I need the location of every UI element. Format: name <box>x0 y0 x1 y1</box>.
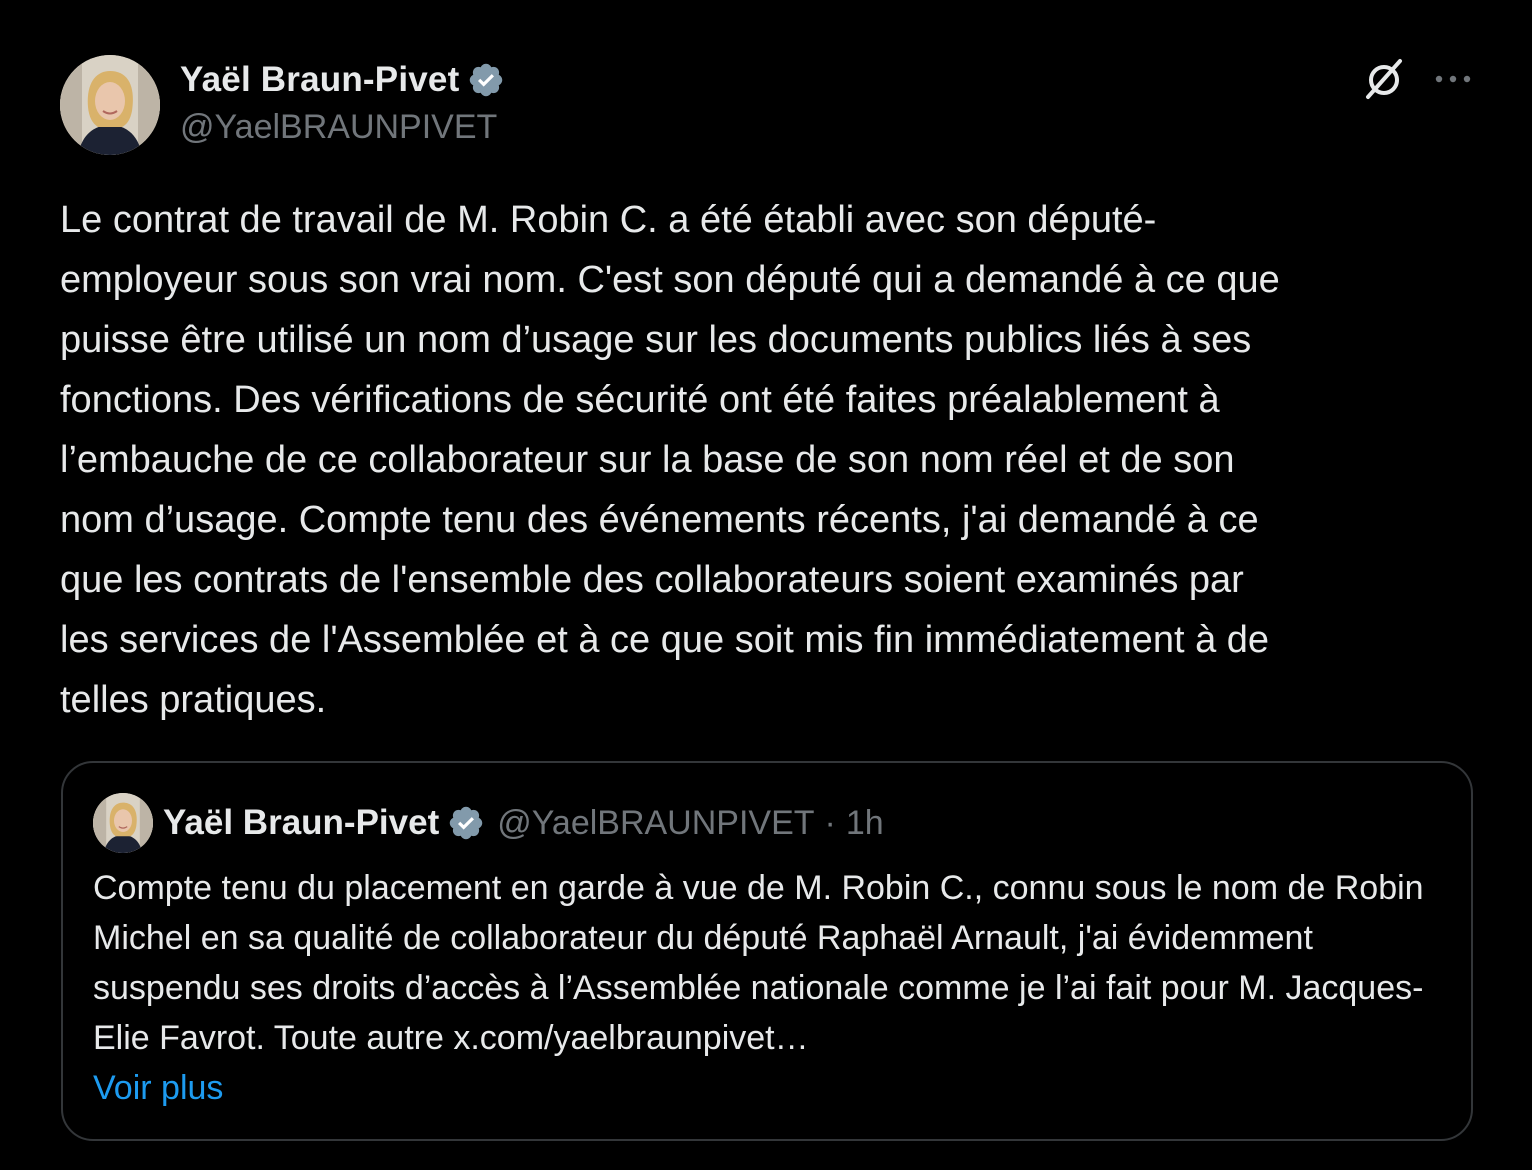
quoted-separator: · <box>824 803 836 842</box>
grok-icon[interactable] <box>1360 55 1408 103</box>
quoted-timestamp[interactable]: 1h <box>846 804 884 843</box>
avatar[interactable] <box>60 55 160 155</box>
avatar-image <box>60 55 160 155</box>
author-handle[interactable]: @YaelBRAUNPIVET <box>180 108 497 147</box>
quoted-tweet[interactable]: Yaël Braun-Pivet @YaelBRAUNPIVET · 1h Co… <box>61 761 1473 1141</box>
quoted-tweet-header: Yaël Braun-Pivet @YaelBRAUNPIVET · 1h <box>93 793 884 853</box>
quoted-tweet-text: Compte tenu du placement en garde à vue … <box>93 869 1424 1057</box>
verified-badge-icon[interactable] <box>467 61 505 99</box>
author-display-name[interactable]: Yaël Braun-Pivet <box>180 60 459 100</box>
author-name-row[interactable]: Yaël Braun-Pivet <box>180 58 505 102</box>
show-more-link[interactable]: Voir plus <box>93 1063 223 1113</box>
quoted-verified-badge-icon <box>450 806 483 840</box>
quoted-avatar[interactable] <box>93 793 153 853</box>
tweet-text: Le contrat de travail de M. Robin C. a é… <box>60 199 1280 721</box>
quoted-author-name: Yaël Braun-Pivet <box>163 803 440 842</box>
quoted-avatar-image <box>93 793 153 853</box>
more-icon[interactable] <box>1432 62 1474 96</box>
tweet: Yaël Braun-Pivet @YaelBRAUNPIVET Le cont… <box>0 0 1532 1170</box>
quoted-author-handle: @YaelBRAUNPIVET <box>497 803 815 842</box>
